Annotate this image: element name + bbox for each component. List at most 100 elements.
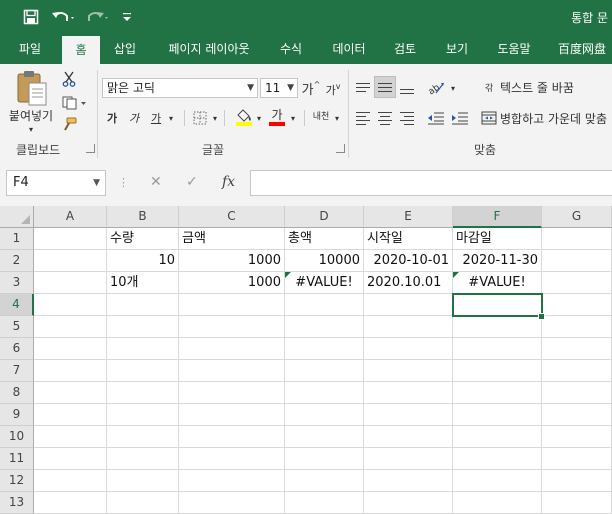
cell-g1[interactable]	[542, 228, 612, 250]
fill-handle[interactable]	[538, 313, 545, 320]
cell-f2[interactable]: 2020-11-30	[453, 250, 542, 272]
decrease-indent-icon[interactable]	[426, 108, 446, 128]
cell-g13[interactable]	[542, 492, 612, 514]
cell-c4[interactable]	[179, 294, 285, 316]
clipboard-dialog-launcher-icon[interactable]	[86, 144, 95, 153]
cut-icon[interactable]	[60, 70, 78, 88]
column-header-c[interactable]: C	[179, 206, 285, 228]
cell-b13[interactable]	[107, 492, 179, 514]
decrease-font-size-button[interactable]: 가v	[324, 80, 342, 100]
cell-e10[interactable]	[364, 426, 453, 448]
column-header-d[interactable]: D	[285, 206, 364, 228]
fill-color-dropdown-icon[interactable]: ▾	[254, 110, 264, 126]
merge-center-button[interactable]: 병합하고 가운데 맞춤	[500, 108, 612, 128]
cell-g3[interactable]	[542, 272, 612, 294]
cell-a10[interactable]	[34, 426, 107, 448]
tab-review[interactable]: 검토	[384, 34, 426, 64]
formula-input[interactable]	[250, 170, 612, 196]
row-header-3[interactable]: 3	[0, 272, 34, 294]
increase-indent-icon[interactable]	[450, 108, 470, 128]
cell-b9[interactable]	[107, 404, 179, 426]
paste-icon[interactable]	[12, 68, 52, 108]
cell-d10[interactable]	[285, 426, 364, 448]
cell-f7[interactable]	[453, 360, 542, 382]
cell-c6[interactable]	[179, 338, 285, 360]
underline-button[interactable]: 가	[148, 108, 164, 128]
save-icon[interactable]	[20, 6, 42, 28]
tab-data[interactable]: 데이터	[322, 34, 376, 64]
cell-c12[interactable]	[179, 470, 285, 492]
error-indicator-icon[interactable]	[453, 272, 459, 278]
cell-e1[interactable]: 시작일	[364, 228, 453, 250]
cancel-icon[interactable]: ✕	[150, 174, 162, 190]
cell-g11[interactable]	[542, 448, 612, 470]
row-header-4[interactable]: 4	[0, 294, 34, 316]
borders-icon[interactable]	[192, 108, 208, 128]
underline-dropdown-icon[interactable]: ▾	[166, 110, 176, 126]
cell-a6[interactable]	[34, 338, 107, 360]
column-header-g[interactable]: G	[542, 206, 612, 228]
fill-color-icon[interactable]	[234, 106, 254, 128]
cell-a12[interactable]	[34, 470, 107, 492]
cell-e7[interactable]	[364, 360, 453, 382]
increase-font-size-button[interactable]: 가 ^	[302, 78, 321, 98]
cell-e13[interactable]	[364, 492, 453, 514]
merge-center-icon[interactable]	[480, 108, 498, 128]
tab-home[interactable]: 홈	[62, 36, 100, 64]
cell-c7[interactable]	[179, 360, 285, 382]
cell-b10[interactable]	[107, 426, 179, 448]
cell-d12[interactable]	[285, 470, 364, 492]
tab-formulas[interactable]: 수식	[270, 34, 312, 64]
cell-d5[interactable]	[285, 316, 364, 338]
font-dialog-launcher-icon[interactable]	[336, 144, 345, 153]
cell-g10[interactable]	[542, 426, 612, 448]
cell-e9[interactable]	[364, 404, 453, 426]
cell-e4[interactable]	[364, 294, 453, 316]
paste-button[interactable]: 붙여넣기	[4, 106, 58, 124]
cell-d13[interactable]	[285, 492, 364, 514]
align-top-icon[interactable]	[354, 76, 372, 98]
cell-a3[interactable]	[34, 272, 107, 294]
cell-f5[interactable]	[453, 316, 542, 338]
align-center-icon[interactable]	[376, 108, 394, 128]
cell-b8[interactable]	[107, 382, 179, 404]
cell-g4[interactable]	[542, 294, 612, 316]
italic-button[interactable]: 가	[126, 108, 142, 128]
cell-c9[interactable]	[179, 404, 285, 426]
row-header-7[interactable]: 7	[0, 360, 34, 382]
orientation-icon[interactable]: ab	[426, 76, 448, 98]
customize-qat-icon[interactable]	[120, 6, 134, 28]
cell-g6[interactable]	[542, 338, 612, 360]
cell-c13[interactable]	[179, 492, 285, 514]
cell-c2[interactable]: 1000	[179, 250, 285, 272]
cell-d3[interactable]: #VALUE!	[285, 272, 364, 294]
align-bottom-icon[interactable]	[398, 76, 416, 98]
row-header-11[interactable]: 11	[0, 448, 34, 470]
column-header-a[interactable]: A	[34, 206, 107, 228]
cell-b6[interactable]	[107, 338, 179, 360]
cell-b7[interactable]	[107, 360, 179, 382]
cell-d4[interactable]	[285, 294, 364, 316]
cell-g12[interactable]	[542, 470, 612, 492]
cell-b11[interactable]	[107, 448, 179, 470]
cell-f1[interactable]: 마감일	[453, 228, 542, 250]
cell-d2[interactable]: 10000	[285, 250, 364, 272]
font-color-button[interactable]: 가	[268, 106, 286, 128]
tab-page-layout[interactable]: 페이지 레이아웃	[156, 34, 262, 64]
row-header-5[interactable]: 5	[0, 316, 34, 338]
cell-e12[interactable]	[364, 470, 453, 492]
tab-file[interactable]: 파일	[8, 34, 52, 64]
tab-insert[interactable]: 삽입	[104, 34, 146, 64]
cell-e8[interactable]	[364, 382, 453, 404]
cell-f3[interactable]: #VALUE!	[453, 272, 542, 294]
cell-d1[interactable]: 총액	[285, 228, 364, 250]
cell-g8[interactable]	[542, 382, 612, 404]
cell-e5[interactable]	[364, 316, 453, 338]
error-indicator-icon[interactable]	[285, 272, 291, 278]
cell-f6[interactable]	[453, 338, 542, 360]
cell-e2[interactable]: 2020-10-01	[364, 250, 453, 272]
cell-e3[interactable]: 2020.10.01	[364, 272, 453, 294]
cell-f10[interactable]	[453, 426, 542, 448]
phonetic-guide-button[interactable]: 내천	[310, 106, 332, 128]
copy-icon[interactable]	[60, 94, 90, 112]
